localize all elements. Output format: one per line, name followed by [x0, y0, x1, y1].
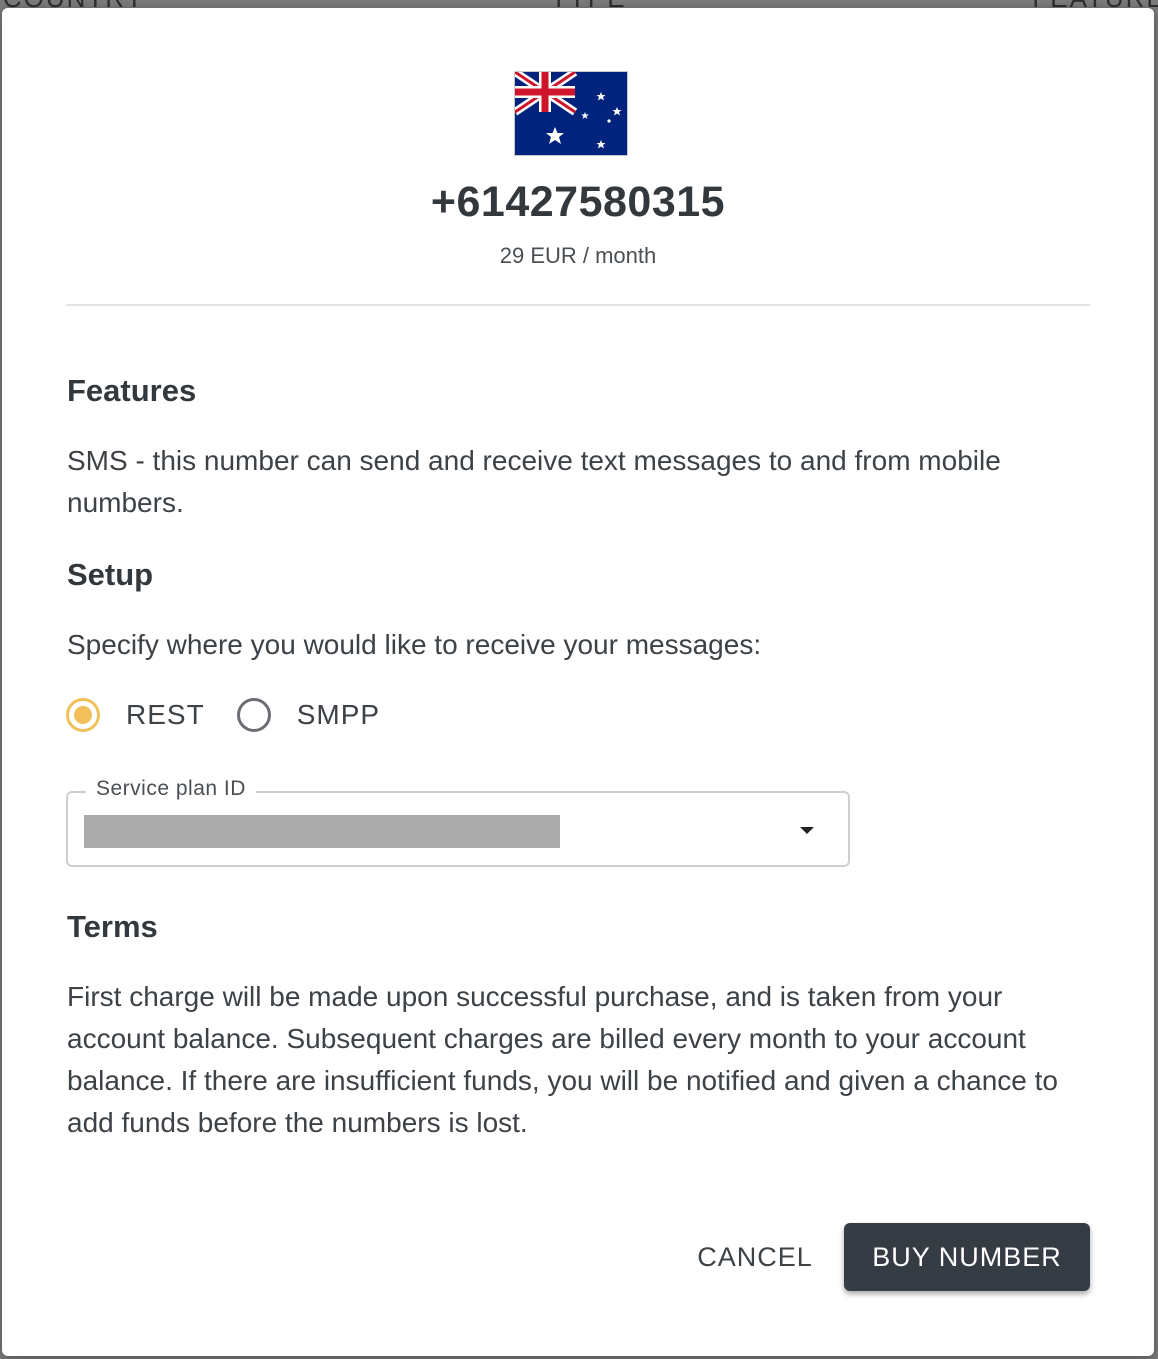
radio-label-rest: REST	[126, 699, 205, 730]
australia-flag-icon	[514, 71, 628, 156]
radio-label-smpp: SMPP	[296, 699, 381, 730]
buy-number-button[interactable]: BUY NUMBER	[844, 1223, 1090, 1291]
delivery-method-radio-group: REST SMPP	[66, 698, 380, 732]
radio-option-smpp[interactable]: SMPP	[236, 698, 381, 732]
features-heading: Features	[67, 373, 197, 408]
setup-heading: Setup	[67, 557, 154, 592]
setup-prompt: Specify where you would like to receive …	[67, 629, 762, 660]
radio-option-rest[interactable]: REST	[66, 698, 205, 732]
service-plan-select[interactable]: Service plan ID	[66, 777, 850, 867]
divider	[66, 304, 1090, 306]
radio-smpp-unchecked[interactable]	[236, 698, 271, 732]
terms-text: First charge will be made upon successfu…	[67, 981, 1059, 1138]
phone-number: +61427580315	[430, 178, 726, 226]
service-plan-label: Service plan ID	[86, 777, 256, 801]
buy-number-dialog: +61427580315 29 EUR / month Features SMS…	[2, 8, 1154, 1356]
cancel-button[interactable]: CANCEL	[684, 1230, 826, 1284]
terms-heading: Terms	[67, 909, 158, 944]
service-plan-value-redacted	[84, 815, 560, 848]
features-description: SMS - this number can send and receive t…	[67, 445, 1001, 518]
caret-down-icon[interactable]	[800, 827, 814, 834]
radio-rest-checked[interactable]	[66, 698, 100, 732]
monthly-price: 29 EUR / month	[499, 243, 657, 268]
